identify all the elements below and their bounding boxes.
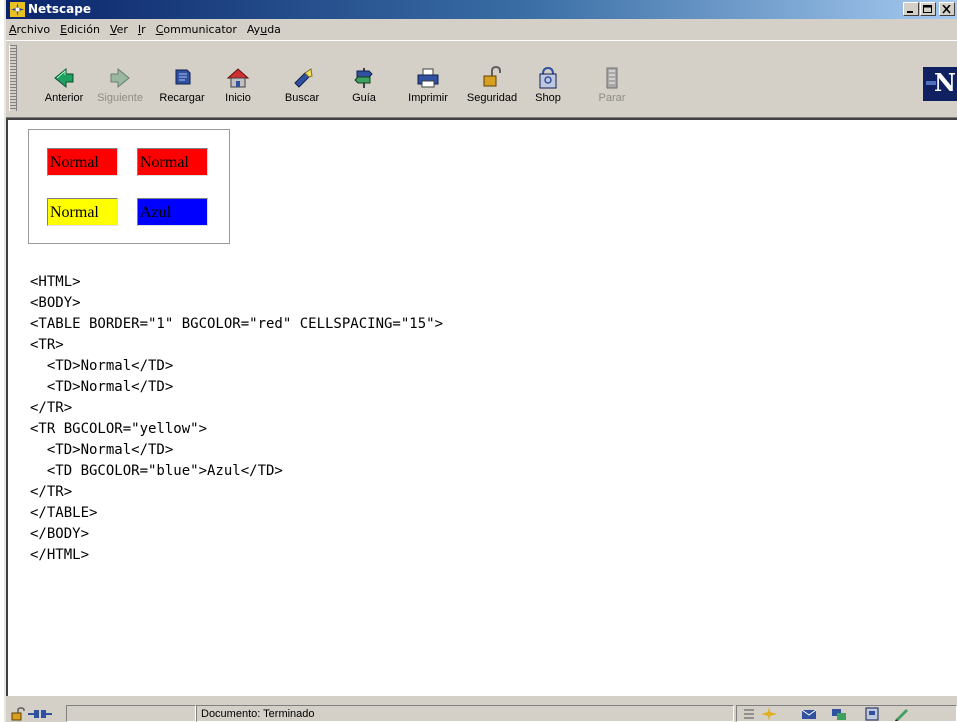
- guide-signpost-icon: [354, 68, 373, 88]
- title-bar[interactable]: Netscape: [6, 0, 957, 19]
- forward-arrow-icon: [110, 67, 130, 89]
- mail-icon[interactable]: [801, 707, 817, 721]
- print-button[interactable]: Imprimir: [398, 65, 458, 113]
- status-text: Documento: Terminado: [201, 708, 315, 720]
- page-content-frame[interactable]: Normal Normal Normal Azul <HTML> <BODY> …: [6, 118, 957, 696]
- code-line: <HTML>: [30, 274, 81, 290]
- maximize-icon: [923, 5, 932, 13]
- reload-icon: [175, 69, 191, 85]
- connection-status-icon[interactable]: [28, 707, 52, 721]
- security-lock-status-icon[interactable]: [10, 707, 26, 721]
- home-button[interactable]: Inicio: [208, 65, 268, 113]
- shopping-bag-icon: [539, 66, 557, 89]
- guide-button[interactable]: Guía: [334, 65, 394, 113]
- menu-ayuda[interactable]: Ayuda: [242, 23, 286, 36]
- maximize-button[interactable]: [920, 2, 936, 16]
- code-line: <TR BGCOLOR="yellow">: [30, 421, 208, 437]
- code-line: <BODY>: [30, 295, 81, 311]
- code-line: <TD>Normal</TD>: [30, 358, 174, 374]
- stop-button[interactable]: Parar: [582, 65, 642, 113]
- code-line: </TR>: [30, 484, 73, 500]
- table-cell: Normal: [47, 148, 118, 176]
- code-line: <TD BGCOLOR="blue">Azul</TD>: [30, 463, 283, 479]
- code-line: <TD>Normal</TD>: [30, 379, 174, 395]
- code-line: </HTML>: [30, 547, 90, 563]
- shop-button[interactable]: Shop: [518, 65, 578, 113]
- stop-icon: [606, 67, 618, 89]
- reload-button[interactable]: Recargar: [152, 65, 212, 113]
- back-arrow-icon: [54, 67, 74, 89]
- menu-edicion[interactable]: Edición: [55, 23, 105, 36]
- menu-communicator[interactable]: Communicator: [151, 23, 242, 36]
- minimize-button[interactable]: [903, 2, 919, 16]
- toolbar-grip[interactable]: [9, 45, 17, 111]
- code-line: </TR>: [30, 400, 73, 416]
- menu-ver[interactable]: Ver: [105, 23, 133, 36]
- table-cell: Normal: [47, 198, 118, 226]
- code-line: <TR>: [30, 337, 64, 353]
- navigator-icon[interactable]: [761, 707, 777, 721]
- menu-archivo[interactable]: Archivo: [6, 23, 55, 36]
- status-bar: Documento: Terminado: [6, 698, 957, 722]
- printer-icon: [417, 68, 439, 88]
- close-icon: [942, 5, 951, 14]
- netscape-logo[interactable]: N: [923, 67, 957, 101]
- close-button[interactable]: [939, 2, 955, 16]
- security-button[interactable]: Seguridad: [462, 65, 522, 113]
- composer-icon[interactable]: [894, 707, 910, 721]
- navigation-toolbar: Anterior Siguiente Recargar Inicio Busca…: [6, 40, 957, 118]
- window-title: Netscape: [28, 2, 91, 16]
- menu-bar: Archivo Edición Ver Ir Communicator Ayud…: [6, 19, 957, 39]
- padlock-icon: [483, 65, 501, 87]
- search-button[interactable]: Buscar: [272, 65, 332, 113]
- table-cell: Azul: [137, 198, 208, 226]
- discussion-icon[interactable]: [831, 707, 847, 721]
- address-book-icon[interactable]: [864, 707, 880, 721]
- code-line: <TD>Normal</TD>: [30, 442, 174, 458]
- code-line: </TABLE>: [30, 505, 98, 521]
- search-flashlight-icon: [294, 68, 313, 88]
- code-line: <TABLE BORDER="1" BGCOLOR="red" CELLSPAC…: [30, 316, 444, 332]
- progress-bar: [66, 705, 196, 722]
- rendered-table-preview: Normal Normal Normal Azul: [28, 129, 230, 244]
- browser-window: Netscape Archivo Edición Ver Ir Communic…: [4, 0, 957, 722]
- back-button[interactable]: Anterior: [34, 65, 94, 113]
- minimize-icon: [907, 11, 913, 13]
- netscape-app-icon: [10, 2, 25, 17]
- list-icon[interactable]: [741, 707, 757, 721]
- menu-ir[interactable]: Ir: [133, 23, 151, 36]
- home-icon: [226, 68, 250, 88]
- table-cell: Normal: [137, 148, 208, 176]
- html-source-listing: <HTML> <BODY> <TABLE BORDER="1" BGCOLOR=…: [30, 272, 443, 566]
- forward-button[interactable]: Siguiente: [90, 65, 150, 113]
- code-line: </BODY>: [30, 526, 90, 542]
